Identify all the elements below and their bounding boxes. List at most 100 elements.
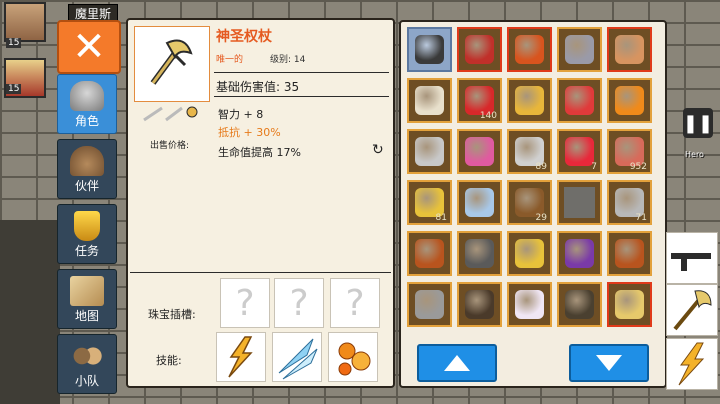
hero-portrait[interactable] xyxy=(4,2,46,42)
inventory-slot[interactable] xyxy=(407,129,452,174)
divider xyxy=(130,272,391,273)
tab-label: 小队 xyxy=(74,374,99,388)
gold-cross-necklace-icon xyxy=(515,239,544,268)
inventory-slot[interactable] xyxy=(607,282,652,327)
silver-ring-icon xyxy=(565,35,594,64)
item-preview-frame xyxy=(134,26,210,102)
inventory-slot[interactable]: 140 xyxy=(457,78,502,123)
skill-fire-orb[interactable] xyxy=(328,332,378,382)
inventory-slot[interactable]: 29 xyxy=(507,180,552,225)
inventory-slot[interactable] xyxy=(557,78,602,123)
item-count: 952 xyxy=(629,162,647,172)
inventory-slot[interactable] xyxy=(607,27,652,72)
tab-label: 地图 xyxy=(74,309,99,323)
fire-scroll-icon xyxy=(615,86,644,115)
close-button[interactable]: ✕ xyxy=(57,20,121,74)
scroll-down-button[interactable] xyxy=(569,344,649,382)
party-icon xyxy=(70,341,104,371)
tab-party[interactable]: 小队 xyxy=(57,334,117,394)
gem-slot-label: 珠宝插槽: xyxy=(148,308,196,321)
red-amulet-icon xyxy=(515,35,544,64)
quick-slot-scepter[interactable] xyxy=(666,284,718,336)
tab-character[interactable]: 角色 xyxy=(57,74,117,134)
item-rarity: 唯一的 xyxy=(216,55,244,65)
inventory-slot[interactable] xyxy=(457,180,502,225)
item-count: 140 xyxy=(479,111,497,121)
gem-slot-2[interactable]: ? xyxy=(274,278,324,328)
inventory-slot[interactable] xyxy=(607,231,652,276)
inventory-slot[interactable]: 71 xyxy=(607,180,652,225)
inventory-slot[interactable] xyxy=(557,180,602,225)
menu-tabs: 角色 伙伴 任务 地图 小队 xyxy=(57,74,117,399)
tab-label: 角色 xyxy=(74,114,99,128)
item-level: 级别: 14 xyxy=(270,55,306,65)
item-compare-icons xyxy=(143,106,198,122)
spellbook-icon xyxy=(615,239,644,268)
item-count: 7 xyxy=(591,162,597,172)
helmet-icon xyxy=(70,81,104,111)
quick-slot-lightning[interactable] xyxy=(666,338,718,390)
pink-crystal-icon xyxy=(465,137,494,166)
inventory-slot[interactable] xyxy=(557,231,602,276)
inventory-slot[interactable] xyxy=(507,27,552,72)
hero-badge-label: Hero xyxy=(685,150,704,159)
item-name: 神圣权杖 xyxy=(216,29,272,45)
inventory-slot[interactable]: 81 xyxy=(407,180,452,225)
empty-slot xyxy=(564,187,595,218)
scroll-up-button[interactable] xyxy=(417,344,497,382)
arrow-up-icon xyxy=(444,355,470,371)
item-count: 71 xyxy=(635,213,647,223)
divider xyxy=(214,72,389,73)
demon-helmet-icon xyxy=(465,35,494,64)
skill-lightning[interactable] xyxy=(216,332,266,382)
inventory-slot[interactable] xyxy=(407,282,452,327)
inventory-slot[interactable] xyxy=(407,78,452,123)
tab-map[interactable]: 地图 xyxy=(57,269,117,329)
refresh-icon[interactable]: ↻ xyxy=(372,142,384,158)
gem-slot-1[interactable]: ? xyxy=(220,278,270,328)
gem-slot-3[interactable]: ? xyxy=(330,278,380,328)
chest-armor-icon xyxy=(465,239,494,268)
inventory-slot[interactable]: 7 xyxy=(557,129,602,174)
inventory-slot[interactable] xyxy=(607,78,652,123)
inventory-slot[interactable] xyxy=(557,27,602,72)
rifle-icon xyxy=(415,35,444,64)
inventory-panel: 140 89 7 952 81 29 71 xyxy=(399,20,667,388)
item-base-damage: 基础伤害值: 35 xyxy=(216,80,300,94)
gold-coins-icon xyxy=(515,86,544,115)
inventory-slot[interactable] xyxy=(457,231,502,276)
rifle-icon xyxy=(671,253,711,271)
blue-scroll-icon xyxy=(465,188,494,217)
inventory-slot[interactable] xyxy=(507,78,552,123)
tab-label: 伙伴 xyxy=(74,179,99,193)
inventory-slot[interactable]: 952 xyxy=(607,129,652,174)
item-detail-panel: 神圣权杖 唯一的 级别: 14 基础伤害值: 35 智力 + 8 抵抗 + 30… xyxy=(126,18,395,388)
tab-quest[interactable]: 任务 xyxy=(57,204,117,264)
inventory-slot[interactable] xyxy=(457,27,502,72)
inventory-slot[interactable] xyxy=(457,129,502,174)
inventory-slot[interactable] xyxy=(507,231,552,276)
inventory-slot[interactable] xyxy=(457,282,502,327)
skill-ice-shard[interactable] xyxy=(272,332,322,382)
sell-price-label: 出售价格: xyxy=(150,141,190,151)
ice-shard-skill-icon xyxy=(278,338,318,380)
red-potion-icon xyxy=(565,86,594,115)
inventory-slot[interactable]: 89 xyxy=(507,129,552,174)
item-count: 89 xyxy=(535,162,547,172)
hero-level-badge: 15 xyxy=(6,38,22,48)
white-feather-icon xyxy=(515,290,544,319)
item-stat-resistance: 抵抗 + 30% xyxy=(218,126,281,139)
inventory-slot[interactable] xyxy=(407,27,452,72)
scepter-axe-icon xyxy=(150,39,193,85)
item-count: 81 xyxy=(435,213,447,223)
tab-companion[interactable]: 伙伴 xyxy=(57,139,117,199)
inventory-slot[interactable] xyxy=(407,231,452,276)
arrow-down-icon xyxy=(596,355,622,371)
quick-slot-rifle[interactable] xyxy=(666,232,718,284)
inventory-slot[interactable] xyxy=(557,282,602,327)
tab-label: 任务 xyxy=(74,244,99,258)
inventory-slot[interactable] xyxy=(507,282,552,327)
pause-button[interactable]: ❚❚ xyxy=(683,108,713,138)
item-count: 29 xyxy=(535,213,547,223)
trophy-icon xyxy=(74,211,100,241)
